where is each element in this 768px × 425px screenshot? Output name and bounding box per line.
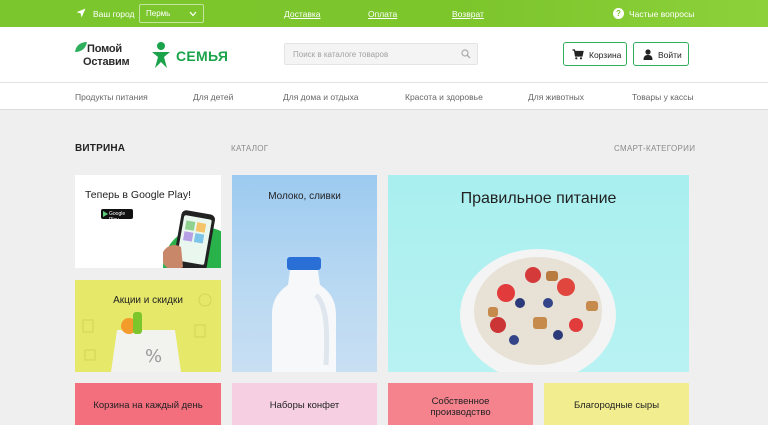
- login-button[interactable]: Войти: [633, 42, 689, 66]
- tile-own-production[interactable]: Собственное производство: [388, 383, 533, 425]
- tile-milk[interactable]: Молоко, сливки: [232, 175, 377, 372]
- pomoy-ostavim-logo[interactable]: Помой Оставим: [74, 39, 138, 71]
- category-nav: Продукты питания Для детей Для дома и от…: [0, 83, 768, 110]
- candy-title: Наборы конфет: [269, 400, 340, 411]
- play-triangle-icon: [103, 211, 108, 217]
- cart-icon: [572, 49, 584, 60]
- semya-logo[interactable]: СЕМЬЯ: [150, 41, 230, 69]
- brand-name: СЕМЬЯ: [176, 48, 229, 64]
- nav-food[interactable]: Продукты питания: [75, 92, 148, 102]
- badge-text: Google Play: [109, 211, 126, 223]
- google-play-badge: Google Play: [101, 209, 133, 223]
- promo-title: Акции и скидки: [113, 295, 183, 306]
- payment-link[interactable]: Оплата: [368, 9, 397, 19]
- tile-promo[interactable]: % Акции и скидки: [75, 280, 221, 372]
- header: Помой Оставим СЕМЬЯ Корзина Войти: [0, 27, 768, 83]
- search-box[interactable]: [284, 43, 478, 65]
- search-input[interactable]: [285, 44, 455, 65]
- delivery-link[interactable]: Доставка: [284, 9, 321, 19]
- tile-healthy-eating[interactable]: Правильное питание: [388, 175, 689, 372]
- question-icon: ?: [613, 8, 624, 19]
- login-label: Войти: [658, 50, 682, 60]
- tile-cheese[interactable]: Благородные сыры: [544, 383, 689, 425]
- nav-beauty[interactable]: Красота и здоровье: [405, 92, 483, 102]
- cart-button[interactable]: Корзина: [563, 42, 627, 66]
- catalog-tab[interactable]: КАТАЛОГ: [231, 144, 268, 153]
- smart-categories-tab[interactable]: СМАРТ-КАТЕГОРИИ: [614, 144, 695, 153]
- cheese-title: Благородные сыры: [573, 400, 660, 411]
- leaf-icon: [75, 42, 87, 52]
- returns-link[interactable]: Возврат: [452, 9, 484, 19]
- google-play-title: Теперь в Google Play!: [84, 189, 192, 201]
- search-icon[interactable]: [461, 49, 471, 59]
- tile-candy[interactable]: Наборы конфет: [232, 383, 377, 425]
- own-line1: Собственное: [431, 396, 490, 407]
- nav-kids[interactable]: Для детей: [193, 92, 233, 102]
- logo-line1: Помой: [87, 43, 122, 55]
- family-figure-icon: [152, 42, 170, 68]
- chevron-down-icon: [189, 11, 197, 17]
- logo-line2: Оставим: [83, 56, 130, 68]
- nav-home[interactable]: Для дома и отдыха: [283, 92, 359, 102]
- promo-bag-illustration: %: [82, 293, 212, 372]
- location-arrow-icon: [76, 8, 86, 18]
- milk-bottle-illustration: [272, 257, 336, 372]
- nav-checkout[interactable]: Товары у кассы: [632, 92, 693, 102]
- faq-link[interactable]: Частые вопросы: [629, 9, 694, 19]
- city-label: Ваш город: [93, 9, 135, 19]
- own-line2: производство: [430, 407, 491, 418]
- city-value: Пермь: [146, 9, 171, 18]
- healthy-title: Правильное питание: [460, 190, 617, 207]
- nav-pets[interactable]: Для животных: [528, 92, 584, 102]
- user-icon: [643, 49, 653, 60]
- percent-glyph: %: [145, 346, 162, 367]
- section-title: ВИТРИНА: [75, 143, 126, 154]
- cart-label: Корзина: [589, 50, 622, 60]
- city-select[interactable]: Пермь: [139, 4, 204, 23]
- milk-title: Молоко, сливки: [268, 191, 341, 202]
- top-bar: Ваш город Пермь Доставка Оплата Возврат …: [0, 0, 768, 27]
- tile-basket[interactable]: Корзина на каждый день: [75, 383, 221, 425]
- own-production-title: Собственное производство: [388, 396, 533, 418]
- tile-google-play[interactable]: Теперь в Google Play! Google Play: [75, 175, 221, 268]
- basket-title: Корзина на каждый день: [93, 400, 203, 411]
